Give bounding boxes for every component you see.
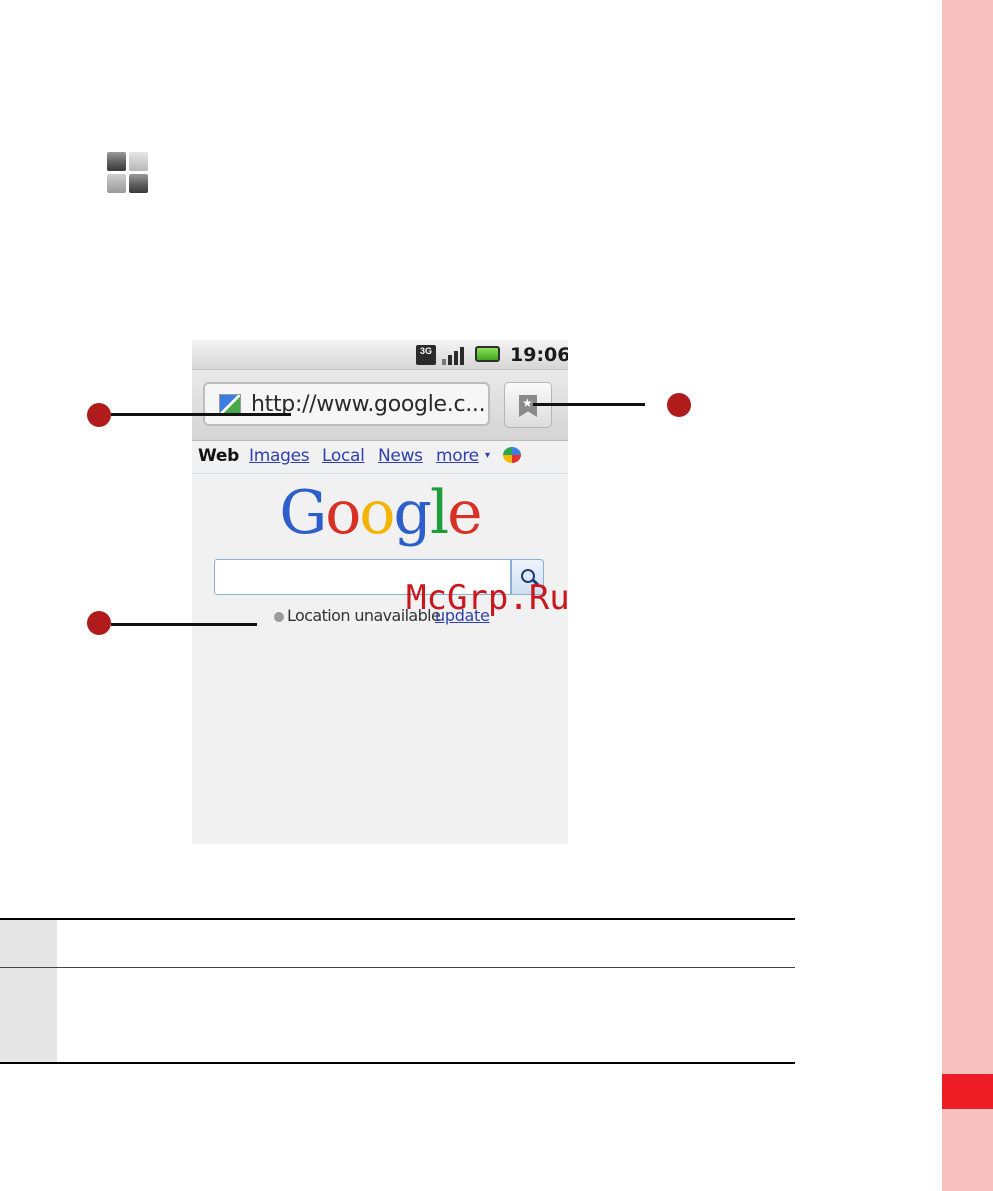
star-icon: ★: [522, 396, 533, 410]
callout-line-1: [111, 413, 291, 416]
callout-marker-1: [87, 403, 111, 427]
chevron-down-icon: ▾: [485, 450, 491, 461]
battery-icon: [475, 346, 500, 362]
logo-letter: g: [393, 478, 432, 548]
url-field[interactable]: http://www.google.c...: [203, 382, 490, 426]
table-bottom-rule: [0, 1062, 795, 1064]
callout-line-3: [111, 623, 257, 626]
network-3g-icon: 3G: [416, 345, 436, 365]
nav-news[interactable]: News: [378, 446, 423, 466]
logo-letter: o: [359, 478, 395, 548]
google-chat-icon[interactable]: [503, 447, 521, 463]
menu-grid-icon: [107, 152, 149, 194]
logo-letter: l: [429, 478, 449, 548]
logo-letter: o: [325, 478, 361, 548]
callout-line-2: [533, 403, 645, 406]
status-bar: 3G 19:06: [192, 340, 568, 370]
side-tab-strip: [942, 0, 993, 1191]
side-tab-marker: [942, 1074, 993, 1109]
callout-marker-2: [667, 393, 691, 417]
location-dot-icon: [274, 612, 284, 622]
table-row-1-label-cell: [0, 920, 57, 967]
signal-strength-icon: [442, 345, 466, 365]
nav-more[interactable]: more: [436, 446, 479, 466]
nav-images[interactable]: Images: [249, 446, 310, 466]
nav-web[interactable]: Web: [198, 446, 239, 466]
browser-url-bar: http://www.google.c... ★: [192, 370, 568, 441]
watermark: McGrp.Ru: [406, 578, 570, 618]
table-top-rule: [0, 918, 795, 920]
nav-local[interactable]: Local: [322, 446, 365, 466]
status-time: 19:06: [510, 344, 568, 366]
google-logo: Google: [192, 478, 568, 548]
logo-letter: e: [447, 478, 482, 548]
logo-letter: G: [279, 478, 327, 548]
table-row-2-label-cell: [0, 968, 57, 1062]
table-row-divider: [0, 967, 795, 968]
callout-marker-3: [87, 611, 111, 635]
